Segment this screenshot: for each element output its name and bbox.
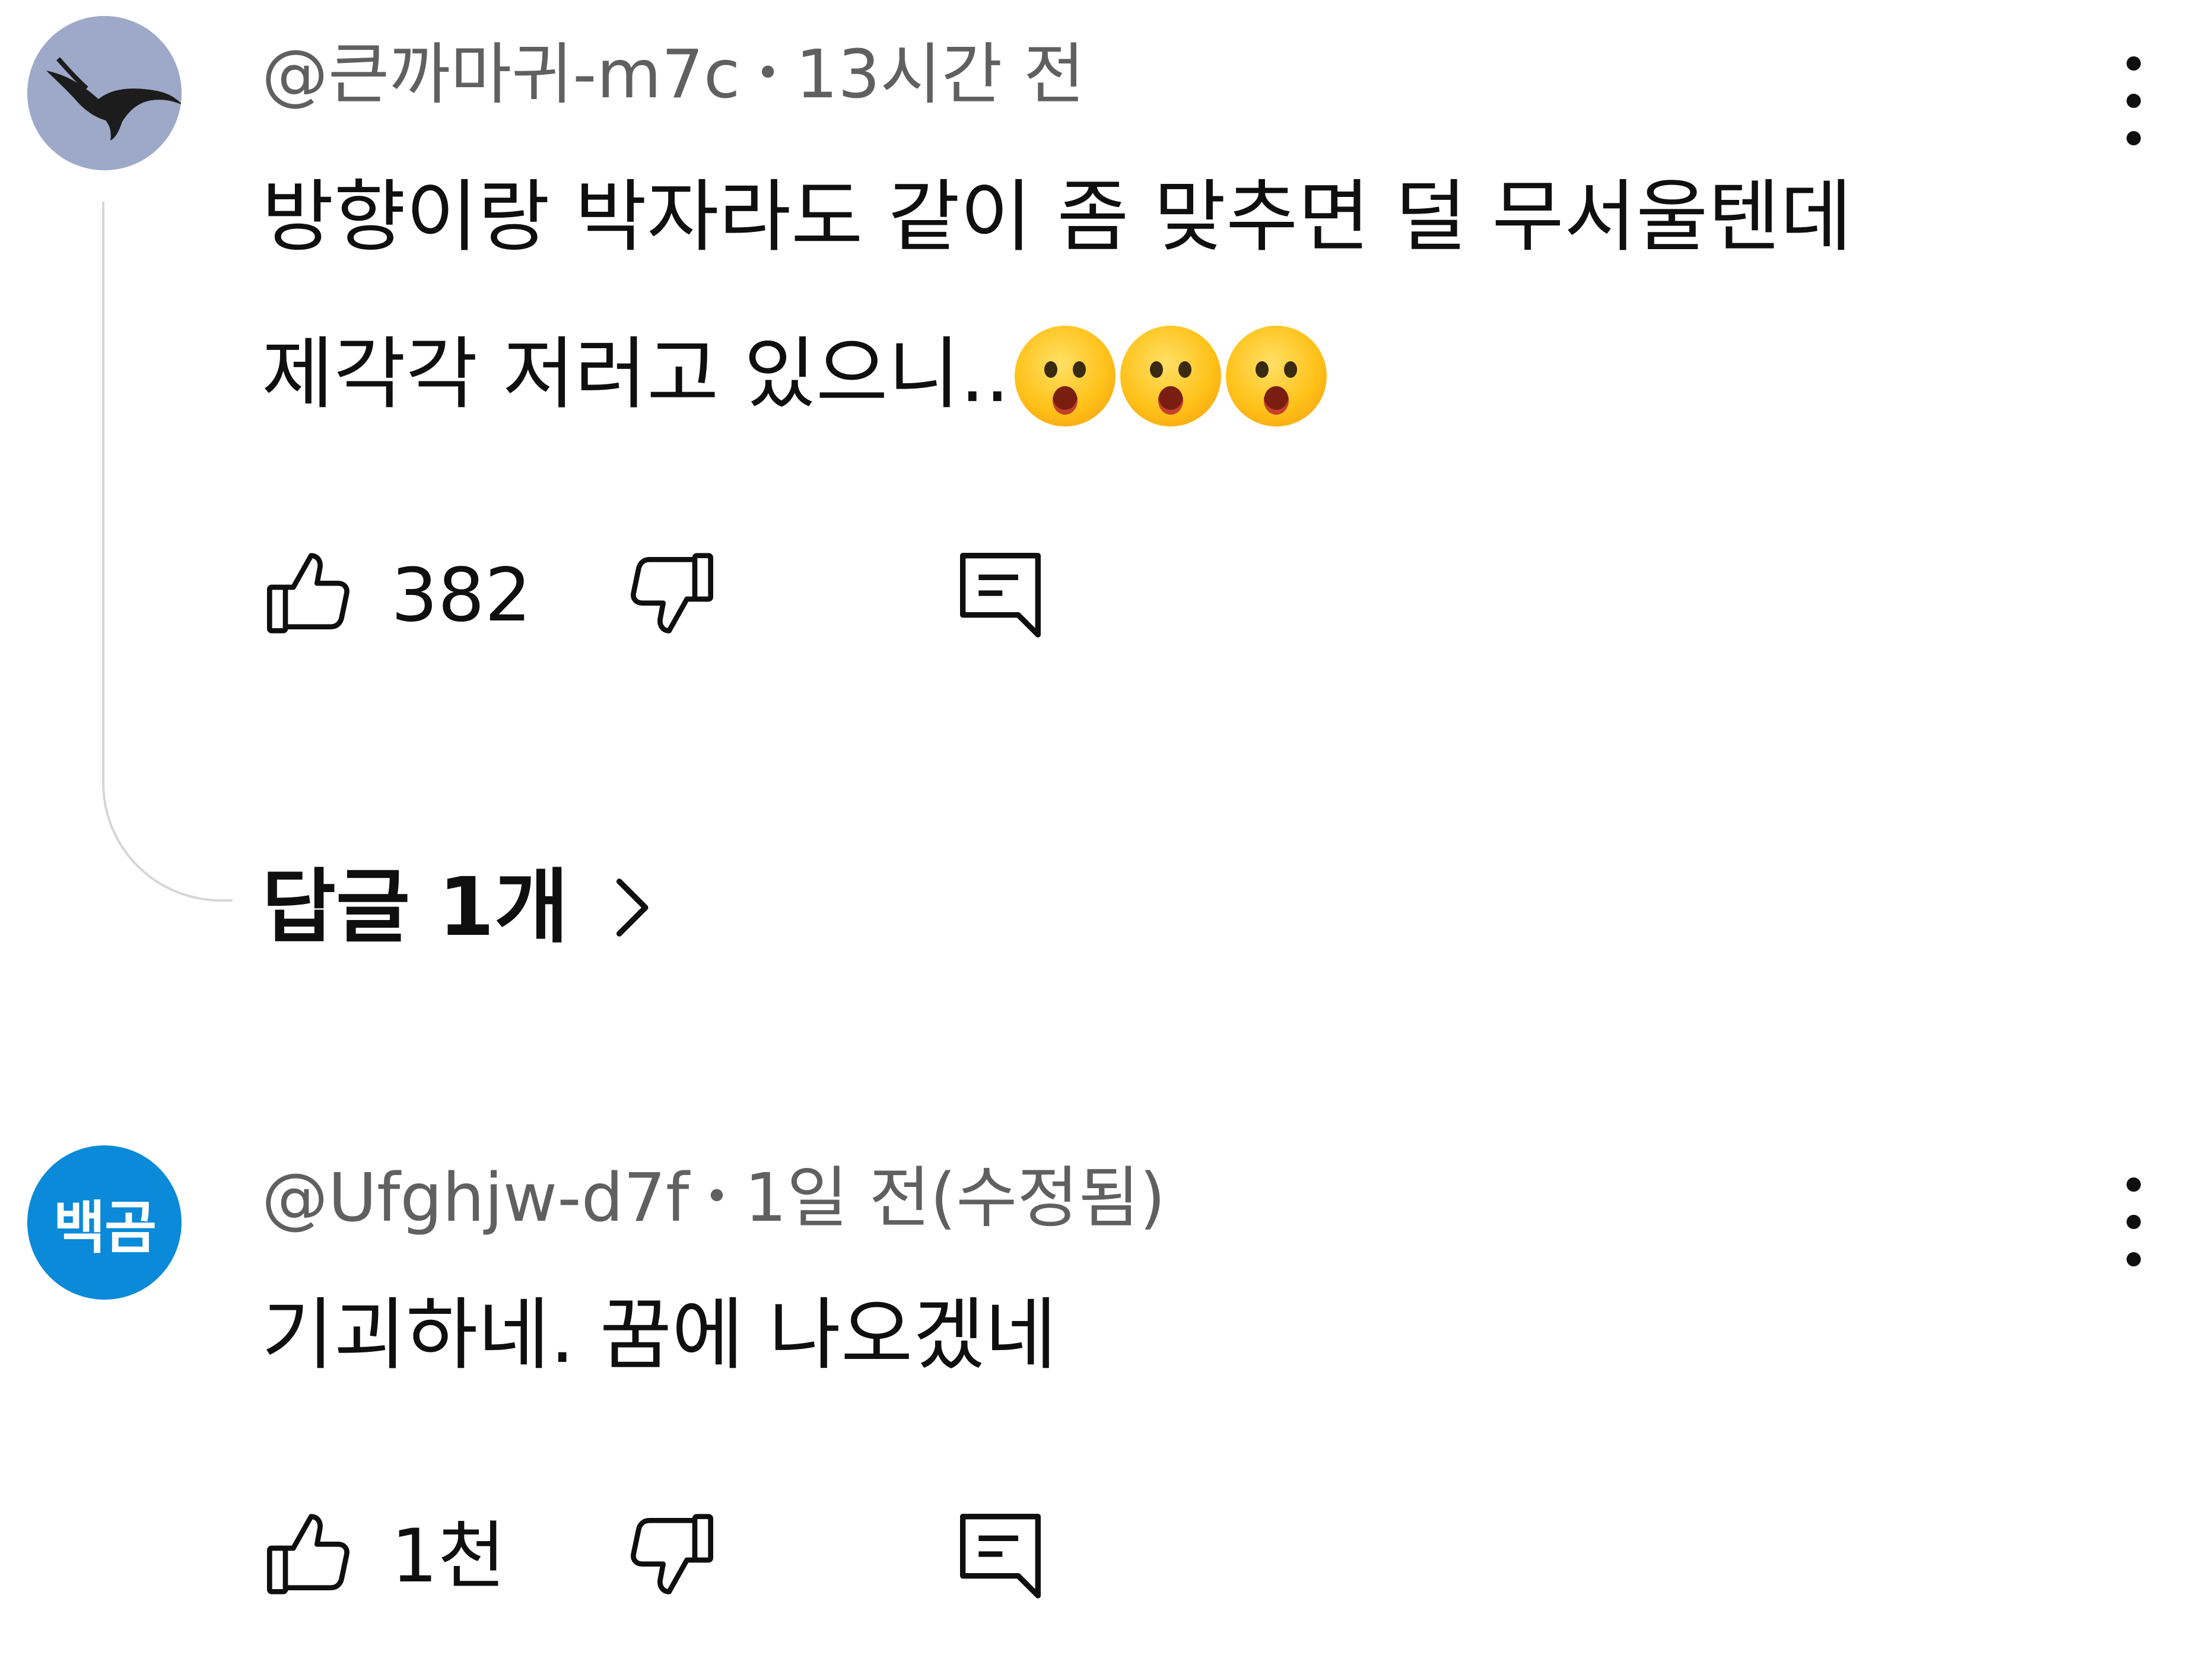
thumb-up-icon[interactable] xyxy=(262,546,357,641)
thread-line xyxy=(102,202,233,902)
like-count: 1천 xyxy=(391,1514,506,1599)
avatar[interactable] xyxy=(27,16,182,170)
comment-meta: @Ufghjw-d7f • 1일 전(수정됨) xyxy=(262,1165,1165,1231)
separator-dot: • xyxy=(704,1172,729,1221)
crow-avatar-image xyxy=(27,16,182,170)
comment-meta: @큰까마귀-m7c • 13시간 전 xyxy=(262,42,1085,108)
avatar[interactable]: 백곰 xyxy=(27,1145,182,1300)
reply-icon[interactable] xyxy=(953,1507,1048,1602)
more-vert-icon[interactable] xyxy=(2116,1177,2151,1266)
timestamp[interactable]: 13시간 전 xyxy=(796,36,1085,113)
emoji-group xyxy=(1014,326,1327,426)
like-count: 382 xyxy=(391,553,532,638)
comment-text-line: 방향이랑 박자라도 같이 좀 맞추면 덜 무서울텐데 xyxy=(262,171,1852,263)
view-replies-button[interactable]: 답글 1개 xyxy=(262,867,657,948)
author-name[interactable]: @큰까마귀-m7c xyxy=(262,36,740,113)
avatar-initials: 백곰 xyxy=(53,1194,157,1261)
thumb-up-icon[interactable] xyxy=(262,1507,357,1602)
comment-actions: 382 xyxy=(262,546,1092,647)
comment-actions: 1천 xyxy=(262,1507,1092,1607)
separator-dot: • xyxy=(755,49,780,98)
astonished-face-icon xyxy=(1120,326,1221,426)
author-name[interactable]: @Ufghjw-d7f xyxy=(262,1160,689,1237)
astonished-face-icon xyxy=(1014,326,1115,426)
reply-icon[interactable] xyxy=(953,546,1048,641)
thumb-down-icon[interactable] xyxy=(624,1507,719,1602)
comment-text: 기괴하네. 꿈에 나오겠네 xyxy=(262,1290,1057,1381)
astonished-face-icon xyxy=(1225,326,1327,426)
chevron-right-icon xyxy=(616,878,649,937)
comment-text: 제각각 저러고 있으니.. xyxy=(262,329,1010,421)
timestamp[interactable]: 1일 전(수정됨) xyxy=(745,1160,1165,1237)
comment-text-line-2: 제각각 저러고 있으니.. xyxy=(262,326,1327,430)
thumb-down-icon[interactable] xyxy=(624,546,719,641)
replies-count-label: 답글 1개 xyxy=(262,861,569,954)
more-vert-icon[interactable] xyxy=(2116,56,2151,145)
